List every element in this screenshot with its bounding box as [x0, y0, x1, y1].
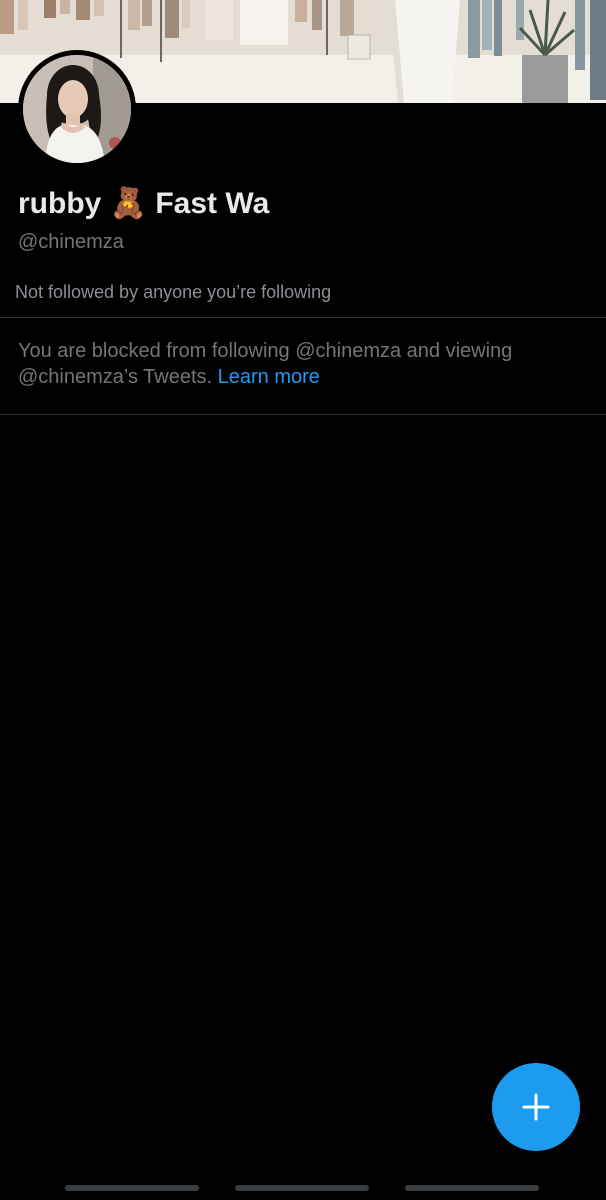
gesture-bar-right[interactable] — [405, 1185, 539, 1191]
profile-handle: @chinemza — [18, 231, 124, 253]
plus-icon — [522, 1093, 550, 1121]
divider — [0, 414, 606, 415]
followers-you-know-note[interactable]: Not followed by anyone you’re following — [15, 282, 331, 303]
divider — [0, 317, 606, 318]
gesture-bar-left[interactable] — [65, 1185, 199, 1191]
profile-display-name: rubby 🧸 Fast Wa — [18, 187, 270, 220]
learn-more-link[interactable]: Learn more — [218, 366, 320, 388]
gesture-bar-center[interactable] — [235, 1185, 369, 1191]
profile-avatar[interactable] — [18, 50, 136, 168]
avatar-photo — [23, 55, 131, 163]
blocked-notice: You are blocked from following @chinemza… — [18, 338, 578, 390]
compose-tweet-button[interactable] — [492, 1063, 580, 1151]
